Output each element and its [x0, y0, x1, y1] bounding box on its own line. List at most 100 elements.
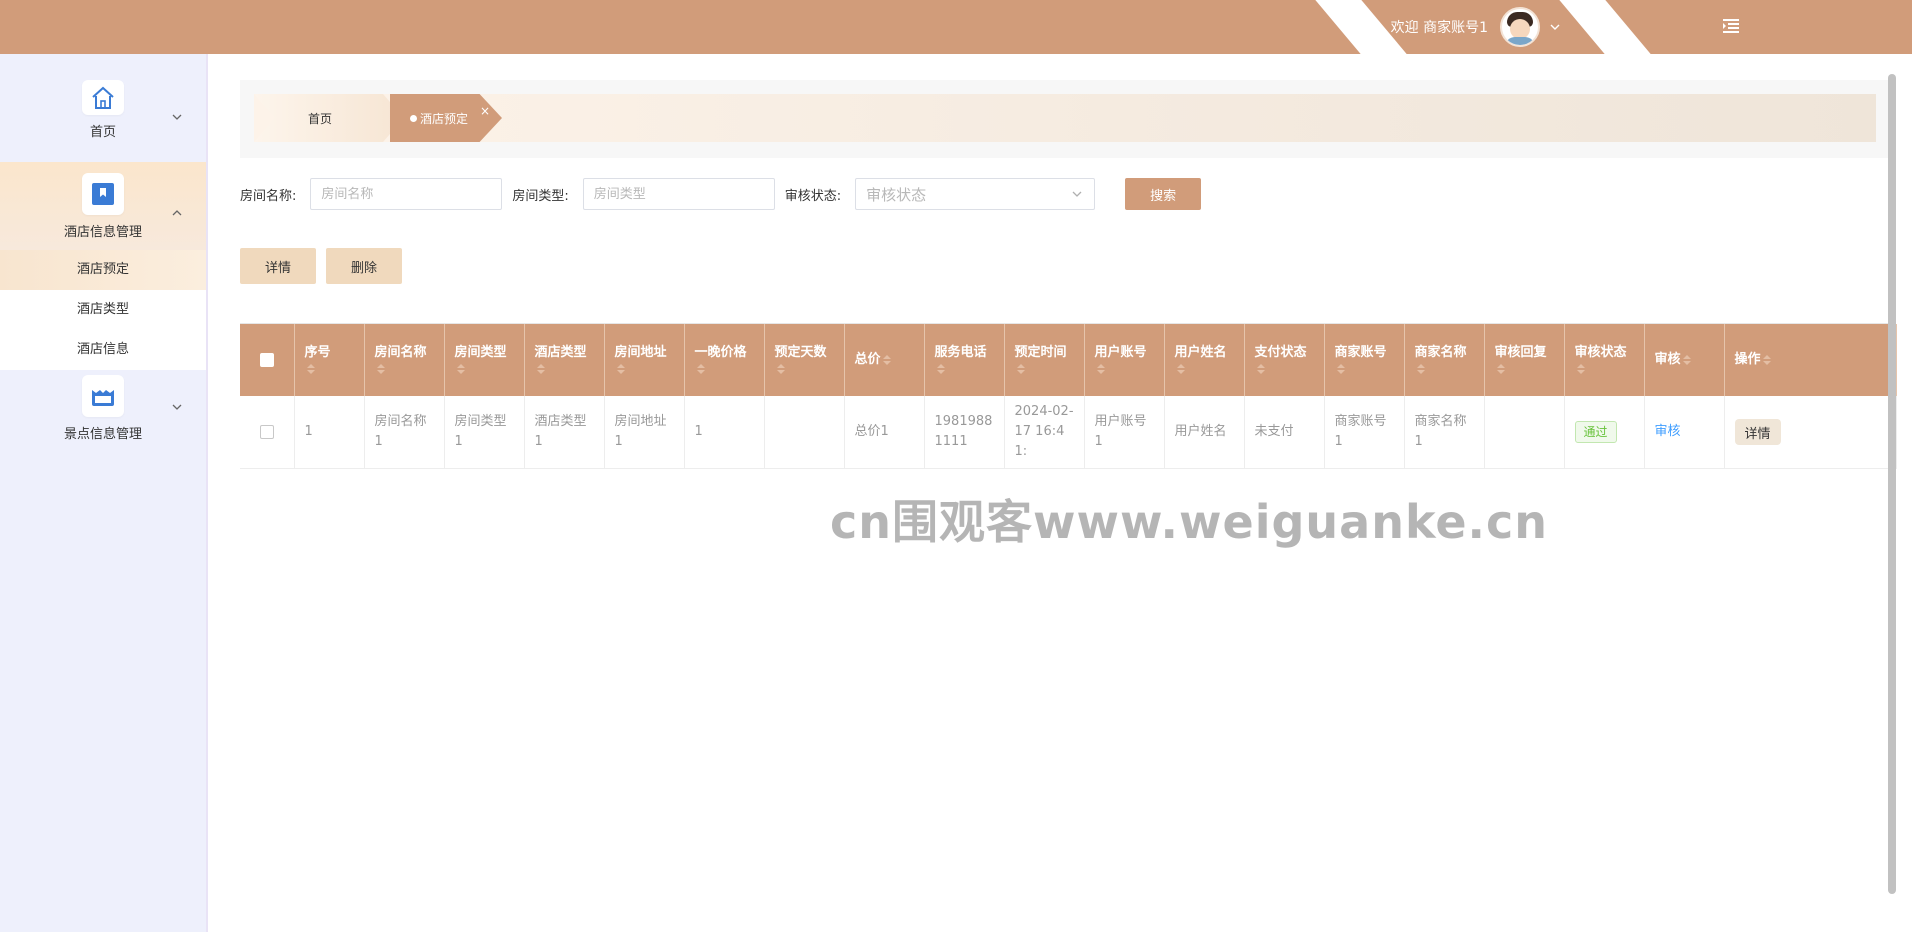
user-menu[interactable]: 欢迎 商家账号1 [1391, 0, 1562, 54]
col-header[interactable]: 支付状态 [1244, 324, 1325, 396]
audit-status-placeholder: 审核状态 [866, 185, 927, 204]
sort-icon[interactable] [1416, 362, 1425, 376]
sort-icon[interactable] [776, 362, 785, 376]
col-header[interactable]: 房间地址 [604, 324, 685, 396]
sort-icon[interactable] [1762, 353, 1771, 367]
row-select-cell [240, 396, 295, 469]
sort-icon[interactable] [1016, 362, 1025, 376]
col-header[interactable]: 审核状态 [1564, 324, 1645, 396]
cell-hotel-type: 酒店类型1 [524, 396, 605, 469]
col-header[interactable]: 预定天数 [764, 324, 845, 396]
sort-icon[interactable] [536, 362, 545, 376]
header-decor-stripe [1559, 0, 1651, 54]
sidebar-item-scenic-management[interactable]: 景点信息管理 [0, 370, 206, 452]
cell-merchant-account: 商家账号1 [1324, 396, 1405, 469]
sort-icon[interactable] [376, 362, 385, 376]
col-header[interactable]: 一晚价格 [684, 324, 765, 396]
home-icon [82, 80, 124, 115]
close-icon[interactable]: × [480, 104, 490, 118]
sidebar: 首页 酒店信息管理 酒店预定 酒店类型 酒店信息 景点信息管理 [0, 54, 208, 932]
room-name-input[interactable] [310, 178, 503, 210]
menu-fold-icon[interactable] [1718, 13, 1744, 39]
table-header-row: 序号 房间名称 房间类型 酒店类型 房间地址 一晚价格 预定天数 总价 服务电话… [240, 324, 1897, 396]
chevron-down-icon[interactable] [170, 400, 184, 414]
tab-home-label: 首页 [308, 111, 333, 126]
audit-status-select[interactable]: 审核状态 [855, 178, 1096, 210]
chevron-down-icon[interactable] [1548, 20, 1562, 34]
sidebar-label-hotel-management: 酒店信息管理 [63, 225, 142, 240]
col-header[interactable]: 用户账号 [1084, 324, 1165, 396]
sort-icon[interactable] [1576, 362, 1585, 376]
audit-link[interactable]: 审核 [1655, 424, 1681, 439]
col-header[interactable]: 酒店类型 [524, 324, 605, 396]
col-header[interactable]: 预定时间 [1004, 324, 1085, 396]
top-header: 欢迎 商家账号1 [0, 0, 1912, 54]
scenic-icon [82, 375, 124, 417]
row-checkbox[interactable] [259, 424, 274, 439]
sort-icon[interactable] [696, 362, 705, 376]
chevron-down-icon[interactable] [170, 110, 184, 124]
sort-icon[interactable] [616, 362, 625, 376]
tab-hotel-booking[interactable]: 酒店预定 × [390, 94, 502, 142]
sidebar-item-hotel-info[interactable]: 酒店信息 [0, 330, 206, 370]
sort-icon[interactable] [882, 353, 891, 367]
sort-icon[interactable] [1176, 362, 1185, 376]
detail-button[interactable]: 详情 [240, 248, 316, 284]
tab-home[interactable]: 首页 [254, 94, 404, 142]
chevron-up-icon[interactable] [170, 206, 184, 220]
sort-icon[interactable] [1256, 362, 1265, 376]
tab-hotel-booking-label: 酒店预定 [420, 111, 469, 126]
delete-button[interactable]: 删除 [326, 248, 402, 284]
col-header[interactable]: 审核 [1644, 324, 1725, 396]
sort-icon[interactable] [456, 362, 465, 376]
cell-room-name: 房间名称1 [364, 396, 445, 469]
sidebar-label-home: 首页 [89, 125, 116, 140]
chevron-down-icon [1072, 191, 1082, 197]
scrollbar[interactable] [1888, 74, 1896, 894]
app-root: 欢迎 商家账号1 首页 酒店信息管理 酒店预定 酒店类型 酒店信息 景点信息管理… [0, 0, 1912, 932]
sidebar-item-hotel-type[interactable]: 酒店类型 [0, 290, 206, 330]
col-header[interactable]: 审核回复 [1484, 324, 1565, 396]
col-header[interactable]: 序号 [294, 324, 365, 396]
cell-audit: 审核 [1644, 396, 1725, 469]
cell-room-address: 房间地址1 [604, 396, 685, 469]
sidebar-group-scenic: 景点信息管理 [0, 370, 206, 452]
sidebar-group-home: 首页 [0, 80, 206, 150]
col-header[interactable]: 操作 [1724, 324, 1897, 396]
watermark: cn围观客www.weiguanke.cn [830, 495, 1549, 549]
col-header[interactable]: 房间类型 [444, 324, 525, 396]
cell-service-phone: 19819881111 [924, 396, 1005, 469]
sort-icon[interactable] [1096, 362, 1105, 376]
sort-icon[interactable] [1682, 353, 1691, 367]
sort-icon[interactable] [936, 362, 945, 376]
col-header[interactable]: 商家名称 [1404, 324, 1485, 396]
sort-icon[interactable] [1496, 362, 1505, 376]
sidebar-item-hotel-management[interactable]: 酒店信息管理 [0, 162, 206, 250]
cell-audit-status: 通过 [1564, 396, 1645, 469]
cell-room-type: 房间类型1 [444, 396, 525, 469]
col-header[interactable]: 商家账号 [1324, 324, 1405, 396]
status-badge: 通过 [1574, 421, 1617, 443]
sort-icon[interactable] [1336, 362, 1345, 376]
tab-active-dot-icon [410, 114, 417, 122]
main-content: 首页 酒店预定 × 房间名称: 房间类型: 审核状态: 审核状态 搜索 详情 删… [210, 54, 1900, 932]
audit-status-label: 审核状态: [784, 188, 842, 204]
col-header[interactable]: 用户姓名 [1164, 324, 1245, 396]
bookmark-icon [82, 173, 124, 215]
col-header[interactable]: 总价 [844, 324, 925, 396]
search-button[interactable]: 搜索 [1125, 178, 1202, 210]
row-detail-button[interactable]: 详情 [1734, 419, 1781, 445]
room-type-input[interactable] [582, 178, 775, 210]
cell-pay-status: 未支付 [1244, 396, 1325, 469]
avatar-icon[interactable] [1500, 7, 1540, 47]
col-header[interactable]: 服务电话 [924, 324, 1005, 396]
select-all-checkbox[interactable] [259, 353, 274, 367]
sidebar-item-home[interactable]: 首页 [0, 80, 206, 150]
sidebar-group-hotel: 酒店信息管理 酒店预定 酒店类型 酒店信息 [0, 162, 206, 370]
filter-row: 房间名称: 房间类型: 审核状态: 审核状态 搜索 [240, 174, 1202, 214]
table-row[interactable]: 1 房间名称1 房间类型1 酒店类型1 房间地址1 1 总价1 19819881… [240, 396, 1897, 469]
sidebar-item-hotel-booking[interactable]: 酒店预定 [0, 250, 206, 290]
sort-icon[interactable] [306, 362, 315, 376]
col-header[interactable]: 房间名称 [364, 324, 445, 396]
tabs-bar: 首页 酒店预定 × [240, 80, 1890, 158]
